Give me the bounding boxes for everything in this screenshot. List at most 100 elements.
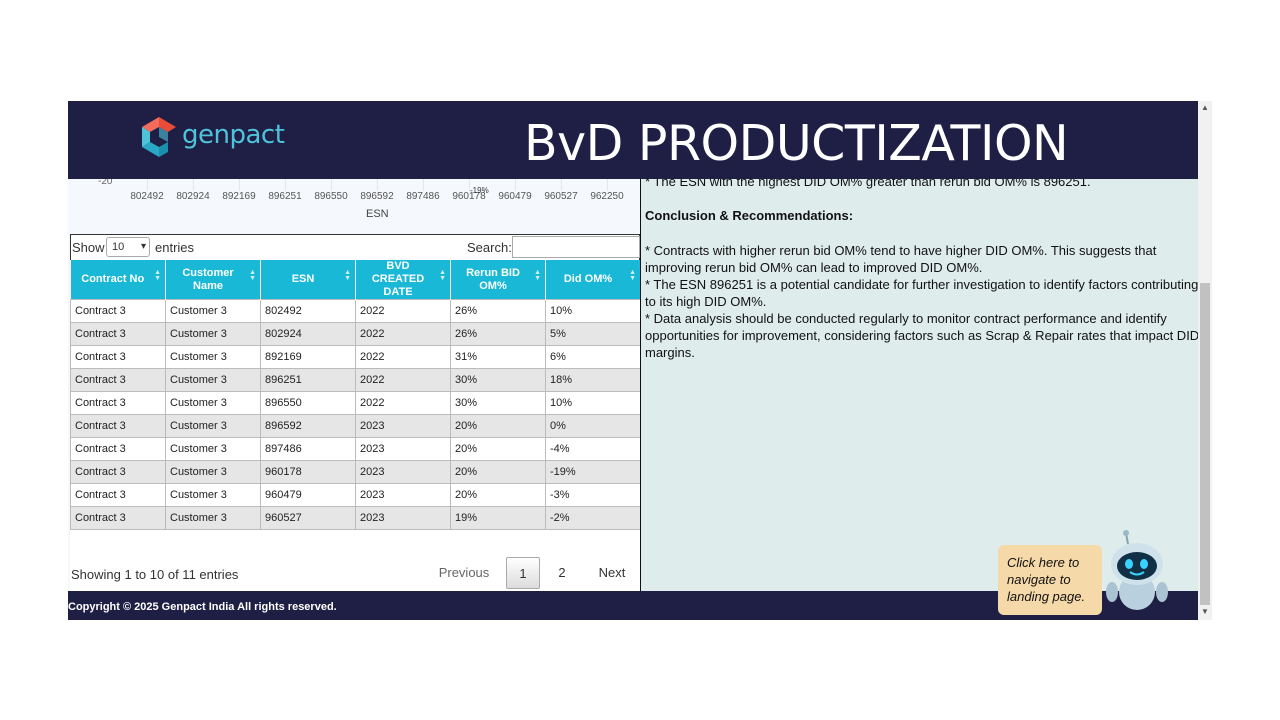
table-controls: Show 10 ▾ entries Search: <box>70 234 640 260</box>
table-cell: 5% <box>545 322 640 346</box>
table-row[interactable]: Contract 3 Customer 3 897486 2023 20% -4% <box>70 437 640 461</box>
scroll-down-icon[interactable]: ▼ <box>1201 607 1209 616</box>
sort-icon[interactable]: ▲ ▼ <box>439 269 446 282</box>
previous-page-button[interactable]: Previous <box>438 557 490 589</box>
column-header[interactable]: Did OM% ▲ ▼ <box>545 260 640 300</box>
table-cell: 2022 <box>355 322 451 346</box>
table-cell: 2023 <box>355 483 451 507</box>
column-header[interactable]: Rerun BID OM% ▲ ▼ <box>450 260 546 300</box>
sort-icon[interactable]: ▲ ▼ <box>249 269 256 282</box>
column-header[interactable]: Contract No ▲ ▼ <box>70 260 166 300</box>
column-header[interactable]: BVD CREATED DATE ▲ ▼ <box>355 260 451 300</box>
data-label: -19% <box>470 186 489 195</box>
sort-icon[interactable]: ▲ ▼ <box>344 269 351 282</box>
table-row[interactable]: Contract 3 Customer 3 960527 2023 19% -2% <box>70 506 640 530</box>
x-tick-label: 960527 <box>544 191 578 202</box>
table-info: Showing 1 to 10 of 11 entries <box>71 567 239 582</box>
table-cell: 2023 <box>355 437 451 461</box>
table-row[interactable]: Contract 3 Customer 3 896592 2023 20% 0% <box>70 414 640 438</box>
table-cell: Customer 3 <box>165 483 261 507</box>
table-cell: Customer 3 <box>165 299 261 323</box>
grid-line <box>607 179 608 191</box>
table-cell: 20% <box>450 437 546 461</box>
chevron-down-icon: ▾ <box>140 241 146 252</box>
landing-page-link[interactable]: Click here to navigate to landing page. <box>998 545 1102 615</box>
table-row[interactable]: Contract 3 Customer 3 802924 2022 26% 5% <box>70 322 640 346</box>
table-cell: 20% <box>450 414 546 438</box>
y-tick-label: -20 <box>98 179 113 187</box>
scrollbar-thumb[interactable] <box>1200 283 1210 605</box>
app-frame: genpact BvD PRODUCTIZATION -20 802492 802… <box>68 101 1198 620</box>
grid-line <box>561 179 562 191</box>
recommendation-item: * Data analysis should be conducted regu… <box>645 311 1198 360</box>
table-cell: 30% <box>450 368 546 392</box>
table-row[interactable]: Contract 3 Customer 3 960178 2023 20% -19% <box>70 460 640 484</box>
grid-line <box>423 179 424 191</box>
table-cell: Customer 3 <box>165 437 261 461</box>
next-page-button[interactable]: Next <box>596 557 628 589</box>
table-cell: -4% <box>545 437 640 461</box>
table-cell: 2022 <box>355 368 451 392</box>
column-header-label: Contract No <box>81 273 145 285</box>
grid-line <box>147 179 148 191</box>
table-cell: 802492 <box>260 299 356 323</box>
page-size-select[interactable]: 10 ▾ <box>106 237 150 257</box>
table-cell: Customer 3 <box>165 322 261 346</box>
table-cell: 20% <box>450 460 546 484</box>
column-header[interactable]: ESN ▲ ▼ <box>260 260 356 300</box>
table-row[interactable]: Contract 3 Customer 3 802492 2022 26% 10% <box>70 299 640 323</box>
genpact-logo-icon <box>142 117 176 157</box>
table-cell: 2023 <box>355 414 451 438</box>
table-cell: 2022 <box>355 345 451 369</box>
table-cell: 2023 <box>355 460 451 484</box>
table-cell: Customer 3 <box>165 460 261 484</box>
page-1-button[interactable]: 1 <box>506 557 540 589</box>
table-cell: 0% <box>545 414 640 438</box>
page-scrollbar[interactable]: ▲ ▼ <box>1198 101 1212 620</box>
table-cell: Contract 3 <box>70 506 166 530</box>
table-cell: Contract 3 <box>70 414 166 438</box>
x-tick-label: 802492 <box>130 191 164 202</box>
table-cell: 2022 <box>355 299 451 323</box>
column-header-label: Did OM% <box>563 273 613 285</box>
search-label: Search: <box>467 240 512 255</box>
data-table: Contract No ▲ ▼ Customer Name ▲ ▼ ESN ▲ ▼ BVD CRE… <box>70 260 640 530</box>
genpact-logo[interactable]: genpact <box>142 116 285 160</box>
table-row[interactable]: Contract 3 Customer 3 892169 2022 31% 6% <box>70 345 640 369</box>
x-tick-label: 802924 <box>176 191 210 202</box>
search-input[interactable] <box>512 236 640 258</box>
table-row[interactable]: Contract 3 Customer 3 960479 2023 20% -3% <box>70 483 640 507</box>
entries-label: entries <box>155 240 195 255</box>
scroll-up-icon[interactable]: ▲ <box>1201 103 1209 112</box>
sort-icon[interactable]: ▲ ▼ <box>629 269 636 282</box>
sort-icon[interactable]: ▲ ▼ <box>154 269 161 282</box>
table-cell: Customer 3 <box>165 414 261 438</box>
sort-icon[interactable]: ▲ ▼ <box>534 269 541 282</box>
left-panel: -20 802492 802924 892169 896251 896550 896592… <box>68 179 640 591</box>
table-row[interactable]: Contract 3 Customer 3 896251 2022 30% 18% <box>70 368 640 392</box>
table-cell: -2% <box>545 506 640 530</box>
x-tick-label: 897486 <box>406 191 440 202</box>
x-tick-label: 896251 <box>268 191 302 202</box>
grid-line <box>377 179 378 191</box>
table-row[interactable]: Contract 3 Customer 3 896550 2022 30% 10% <box>70 391 640 415</box>
show-label: Show <box>72 240 105 255</box>
table-cell: Contract 3 <box>70 322 166 346</box>
table-cell: 897486 <box>260 437 356 461</box>
table-cell: 6% <box>545 345 640 369</box>
page-2-button[interactable]: 2 <box>554 557 570 589</box>
x-tick-label: 892169 <box>222 191 256 202</box>
app-header: genpact BvD PRODUCTIZATION <box>68 101 1198 179</box>
grid-line <box>515 179 516 191</box>
table-cell: Customer 3 <box>165 345 261 369</box>
table-cell: Contract 3 <box>70 483 166 507</box>
table-cell: 31% <box>450 345 546 369</box>
robot-assistant-icon[interactable] <box>1104 530 1170 614</box>
table-cell: Contract 3 <box>70 368 166 392</box>
table-cell: 10% <box>545 299 640 323</box>
table-header-row: Contract No ▲ ▼ Customer Name ▲ ▼ ESN ▲ ▼ BVD CRE… <box>70 260 640 300</box>
column-header-label: Rerun BID OM% <box>466 266 520 292</box>
column-header[interactable]: Customer Name ▲ ▼ <box>165 260 261 300</box>
table-cell: 26% <box>450 322 546 346</box>
table-cell: 892169 <box>260 345 356 369</box>
